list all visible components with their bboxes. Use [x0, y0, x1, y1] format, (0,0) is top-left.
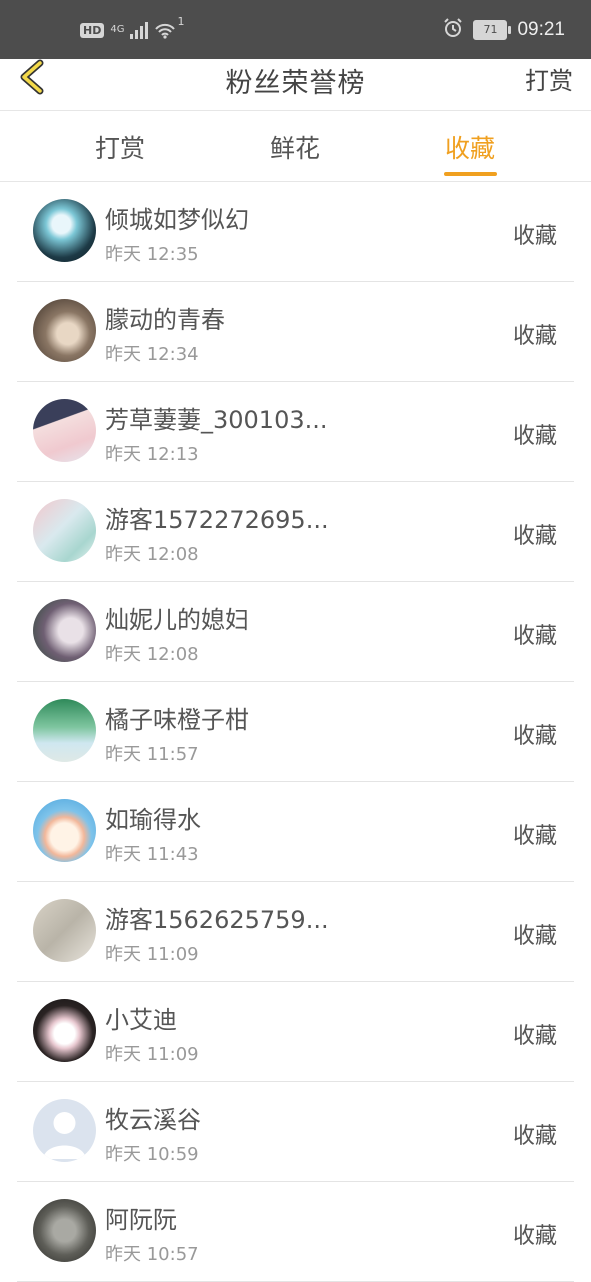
- avatar: [33, 299, 96, 362]
- fan-action: 收藏: [512, 424, 557, 449]
- fan-name: 橘子味橙子柑: [105, 706, 249, 734]
- status-left: HD 4G 1: [80, 15, 184, 44]
- hd-indicator: HD: [80, 22, 105, 38]
- list-item[interactable]: 倾城如梦似幻 昨天 12:35 收藏: [17, 182, 574, 282]
- fan-name: 灿妮儿的媳妇: [105, 606, 249, 634]
- active-tab-indicator: [444, 172, 497, 176]
- tab-favorites[interactable]: 收藏: [410, 129, 530, 165]
- fan-time: 昨天 11:09: [105, 944, 199, 965]
- wifi-icon: 1: [154, 15, 184, 39]
- reward-button[interactable]: 打赏: [525, 61, 573, 96]
- status-right: 71 09:21: [443, 16, 565, 44]
- avatar: [33, 599, 96, 662]
- fan-action: 收藏: [512, 924, 557, 949]
- alarm-icon: [443, 18, 463, 42]
- fan-action: 收藏: [512, 824, 557, 849]
- avatar: [33, 999, 96, 1062]
- avatar: [33, 699, 96, 762]
- avatar: [33, 499, 96, 562]
- tab-flowers[interactable]: 鲜花: [235, 129, 355, 165]
- avatar: [33, 1199, 96, 1262]
- fan-action: 收藏: [512, 624, 557, 649]
- list-item[interactable]: 如瑜得水 昨天 11:43 收藏: [17, 782, 574, 882]
- fan-name: 如瑜得水: [105, 806, 201, 834]
- list-item[interactable]: 阿阮阮 昨天 10:57 收藏: [17, 1182, 574, 1282]
- fan-time: 昨天 12:08: [105, 644, 199, 665]
- fan-time: 昨天 12:08: [105, 544, 199, 565]
- avatar: [33, 399, 96, 462]
- list-item[interactable]: 芳草萋萋_300103... 昨天 12:13 收藏: [17, 382, 574, 482]
- default-avatar-icon: [43, 1112, 86, 1159]
- fan-time: 昨天 10:57: [105, 1244, 199, 1265]
- page-title: 粉丝荣誉榜: [225, 68, 366, 99]
- fan-name: 朦动的青春: [105, 306, 225, 334]
- list-item[interactable]: 朦动的青春 昨天 12:34 收藏: [17, 282, 574, 382]
- fan-action: 收藏: [512, 1024, 557, 1049]
- fan-time: 昨天 12:35: [105, 244, 199, 265]
- fan-action: 收藏: [512, 1224, 557, 1249]
- fan-time: 昨天 12:13: [105, 444, 199, 465]
- avatar: [33, 899, 96, 962]
- list-item[interactable]: 灿妮儿的媳妇 昨天 12:08 收藏: [17, 582, 574, 682]
- list-item[interactable]: 游客1562625759... 昨天 11:09 收藏: [17, 882, 574, 982]
- avatar: [33, 799, 96, 862]
- clock: 09:21: [517, 19, 565, 40]
- fan-time: 昨天 11:43: [105, 844, 199, 865]
- tab-reward[interactable]: 打赏: [60, 129, 180, 165]
- tab-bar: 打赏 鲜花 收藏: [0, 111, 591, 182]
- fan-action: 收藏: [512, 524, 557, 549]
- wifi-count: 1: [177, 15, 185, 28]
- fan-action: 收藏: [512, 324, 557, 349]
- fan-action: 收藏: [512, 224, 557, 249]
- list-item[interactable]: 游客1572272695... 昨天 12:08 收藏: [17, 482, 574, 582]
- list-item[interactable]: 小艾迪 昨天 11:09 收藏: [17, 982, 574, 1082]
- list-item[interactable]: 牧云溪谷 昨天 10:59 收藏: [17, 1082, 574, 1182]
- fan-name: 游客1562625759...: [105, 906, 329, 934]
- nav-bar: 粉丝荣誉榜 打赏: [0, 59, 591, 111]
- battery-icon: 71: [473, 20, 512, 40]
- fan-action: 收藏: [512, 724, 557, 749]
- status-bar: HD 4G 1 71 09:21: [0, 0, 591, 59]
- fan-list: 倾城如梦似幻 昨天 12:35 收藏 朦动的青春 昨天 12:34 收藏 芳草萋…: [0, 182, 591, 1282]
- fan-name: 小艾迪: [105, 1006, 177, 1034]
- signal-icon: [130, 21, 149, 39]
- fan-time: 昨天 11:09: [105, 1044, 199, 1065]
- list-item[interactable]: 橘子味橙子柑 昨天 11:57 收藏: [17, 682, 574, 782]
- fan-time: 昨天 10:59: [105, 1144, 199, 1165]
- fan-name: 倾城如梦似幻: [105, 206, 249, 234]
- avatar: [33, 1099, 96, 1162]
- avatar: [33, 199, 96, 262]
- fan-name: 游客1572272695...: [105, 506, 329, 534]
- fan-name: 牧云溪谷: [105, 1106, 201, 1134]
- fan-name: 阿阮阮: [105, 1206, 177, 1234]
- fan-name: 芳草萋萋_300103...: [105, 406, 328, 434]
- fan-time: 昨天 12:34: [105, 344, 199, 365]
- fan-action: 收藏: [512, 1124, 557, 1149]
- fan-time: 昨天 11:57: [105, 744, 199, 765]
- network-type: 4G: [110, 24, 125, 35]
